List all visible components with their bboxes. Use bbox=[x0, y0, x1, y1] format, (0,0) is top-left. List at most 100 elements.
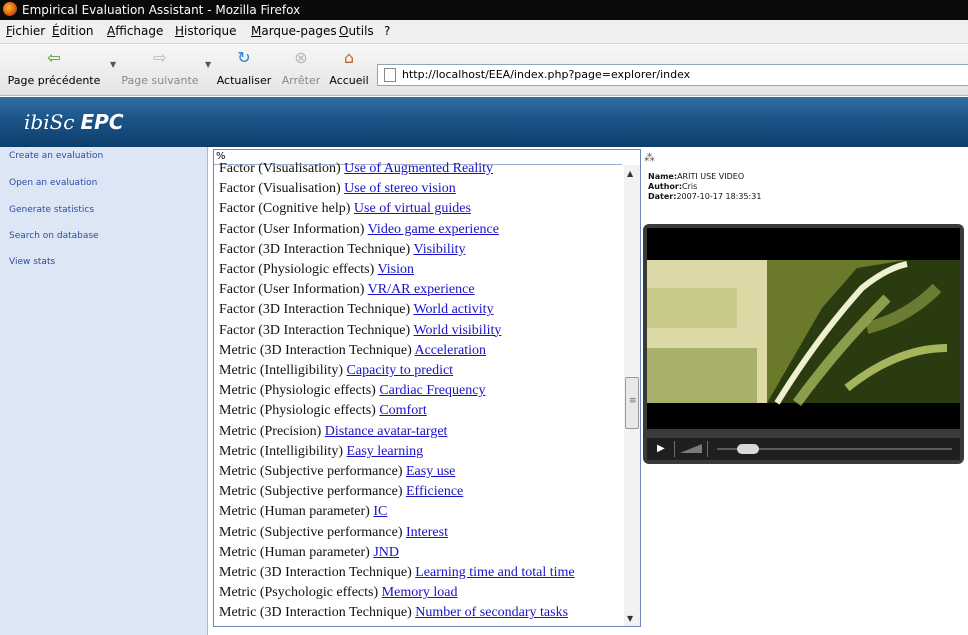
menu-bar: Fichier Édition Affichage Historique Mar… bbox=[0, 20, 968, 44]
result-row: Factor (Physiologic effects) Vision bbox=[219, 261, 414, 279]
result-link[interactable]: World activity bbox=[413, 302, 493, 317]
stop-button[interactable]: ⊗ Arrêter bbox=[280, 48, 322, 92]
reload-icon: ↻ bbox=[237, 48, 251, 67]
result-row: Factor (User Information) Video game exp… bbox=[219, 221, 499, 239]
result-link[interactable]: Visibility bbox=[413, 242, 465, 257]
video-frame[interactable] bbox=[647, 228, 960, 429]
result-link[interactable]: Memory load bbox=[382, 585, 458, 600]
back-arrow-icon: ⇦ bbox=[47, 48, 61, 67]
scrollbar-thumb[interactable]: ≡ bbox=[625, 377, 639, 429]
result-type: Factor bbox=[219, 282, 255, 298]
result-link[interactable]: Number of secondary tasks bbox=[415, 605, 568, 620]
result-category: (3D Interaction Technique) bbox=[258, 322, 411, 338]
scroll-down-arrow-icon[interactable]: ▼ bbox=[627, 614, 633, 623]
video-player[interactable]: ▶ bbox=[643, 224, 964, 464]
page-icon bbox=[384, 68, 396, 82]
result-category: (Subjective performance) bbox=[259, 464, 403, 479]
result-row: Metric (Intelligibility) Easy learning bbox=[219, 443, 423, 461]
sidebar-link-open-evaluation[interactable]: Open an evaluation bbox=[9, 178, 97, 188]
menu-edition[interactable]: Édition bbox=[52, 24, 94, 38]
result-type: Metric bbox=[219, 484, 257, 500]
play-icon[interactable]: ▶ bbox=[657, 443, 665, 454]
result-link[interactable]: Cardiac Frequency bbox=[379, 383, 485, 398]
result-row: Metric (Physiologic effects) Cardiac Fre… bbox=[219, 382, 485, 400]
video-controls: ▶ bbox=[647, 438, 960, 460]
sidebar-link-create-evaluation[interactable]: Create an evaluation bbox=[9, 151, 103, 161]
result-link[interactable]: Capacity to predict bbox=[347, 363, 454, 378]
result-link[interactable]: Comfort bbox=[379, 403, 426, 418]
result-type: Metric bbox=[219, 403, 257, 419]
result-row: Factor (3D Interaction Technique) World … bbox=[219, 322, 501, 340]
sidebar-link-search-database[interactable]: Search on database bbox=[9, 231, 99, 241]
forward-arrow-icon: ⇨ bbox=[153, 48, 167, 67]
result-link[interactable]: Easy use bbox=[406, 464, 455, 479]
menu-affichage[interactable]: Affichage bbox=[107, 24, 163, 38]
detail-author-row: Author:Cris bbox=[648, 182, 698, 191]
detail-date: 2007-10-17 18:35:31 bbox=[676, 192, 762, 201]
result-link[interactable]: Use of stereo vision bbox=[344, 181, 456, 196]
result-row: Factor (User Information) VR/AR experien… bbox=[219, 281, 475, 299]
result-link[interactable]: Use of Augmented Reality bbox=[344, 161, 493, 176]
volume-slider-icon[interactable] bbox=[680, 444, 702, 453]
back-history-dropdown-icon[interactable]: ▼ bbox=[110, 60, 116, 69]
back-button[interactable]: ⇦ Page précédente bbox=[4, 48, 104, 92]
result-type: Factor bbox=[219, 322, 255, 338]
result-link[interactable]: Efficience bbox=[406, 484, 463, 499]
result-link[interactable]: Use of virtual guides bbox=[354, 201, 471, 216]
firefox-logo-icon bbox=[3, 2, 17, 16]
forward-button[interactable]: ⇨ Page suivante bbox=[120, 48, 200, 92]
result-type: Factor bbox=[219, 161, 255, 176]
menu-help[interactable]: ? bbox=[384, 24, 390, 38]
result-link[interactable]: Learning time and total time bbox=[415, 565, 574, 580]
result-category: (Visualisation) bbox=[258, 161, 341, 176]
stop-icon: ⊗ bbox=[294, 48, 308, 67]
result-category: (Psychologic effects) bbox=[259, 585, 379, 601]
result-link[interactable]: JND bbox=[373, 545, 399, 560]
menu-fichier[interactable]: Fichier bbox=[6, 24, 45, 38]
result-type: Metric bbox=[219, 504, 257, 520]
result-row: Factor (3D Interaction Technique) Visibi… bbox=[219, 241, 466, 259]
detail-name: ARITI USE VIDEO bbox=[677, 172, 745, 181]
result-row: Metric (3D Interaction Technique) Accele… bbox=[219, 342, 486, 360]
result-link[interactable]: Interest bbox=[406, 525, 448, 540]
result-type: Metric bbox=[219, 342, 257, 358]
url-text[interactable]: http://localhost/EEA/index.php?page=expl… bbox=[402, 68, 690, 81]
result-link[interactable]: Video game experience bbox=[368, 222, 499, 237]
result-category: (Intelligibility) bbox=[259, 363, 344, 378]
result-type: Factor bbox=[219, 181, 255, 197]
result-row: Metric (Subjective performance) Interest bbox=[219, 524, 448, 542]
window-title: Empirical Evaluation Assistant - Mozilla… bbox=[22, 3, 301, 17]
site-banner: ibiSc EPC bbox=[0, 97, 968, 147]
seek-handle[interactable] bbox=[737, 444, 759, 454]
result-link[interactable]: World visibility bbox=[413, 323, 501, 338]
result-link[interactable]: IC bbox=[373, 504, 387, 519]
result-link[interactable]: Easy learning bbox=[347, 444, 424, 459]
url-bar[interactable]: http://localhost/EEA/index.php?page=expl… bbox=[377, 64, 968, 86]
scroll-up-arrow-icon[interactable]: ▲ bbox=[627, 169, 633, 178]
result-link[interactable]: Acceleration bbox=[414, 343, 486, 358]
forward-history-dropdown-icon[interactable]: ▼ bbox=[205, 60, 211, 69]
reload-button[interactable]: ↻ Actualiser bbox=[214, 48, 274, 92]
menu-historique[interactable]: Historique bbox=[175, 24, 237, 38]
results-scrollbar[interactable]: ▲ ≡ ▼ bbox=[624, 165, 640, 626]
menu-marque-pages[interactable]: Marque-pages bbox=[251, 24, 337, 38]
result-type: Factor bbox=[219, 262, 255, 277]
result-link[interactable]: Distance avatar-target bbox=[325, 424, 448, 439]
home-button[interactable]: ⌂ Accueil bbox=[326, 48, 372, 92]
home-icon: ⌂ bbox=[343, 48, 355, 67]
result-category: (Physiologic effects) bbox=[259, 383, 376, 399]
sidebar-link-generate-statistics[interactable]: Generate statistics bbox=[9, 205, 94, 215]
result-type: Metric bbox=[219, 585, 257, 601]
logo-epc: EPC bbox=[80, 110, 124, 134]
menu-outils[interactable]: Outils bbox=[339, 24, 374, 38]
sidebar-link-view-stats[interactable]: View stats bbox=[9, 257, 55, 267]
result-link[interactable]: Vision bbox=[378, 262, 415, 277]
result-row: Factor (Cognitive help) Use of virtual g… bbox=[219, 200, 471, 218]
result-type: Metric bbox=[219, 565, 257, 580]
logo-ibisc: ibiSc bbox=[24, 110, 75, 134]
result-link[interactable]: VR/AR experience bbox=[368, 282, 475, 297]
results-listbox[interactable]: % Factor (Visualisation) Use of Augmente… bbox=[213, 149, 641, 627]
result-row: Metric (Human parameter) IC bbox=[219, 503, 387, 521]
site-logo[interactable]: ibiSc EPC bbox=[24, 110, 124, 134]
result-category: (Physiologic effects) bbox=[259, 403, 376, 419]
